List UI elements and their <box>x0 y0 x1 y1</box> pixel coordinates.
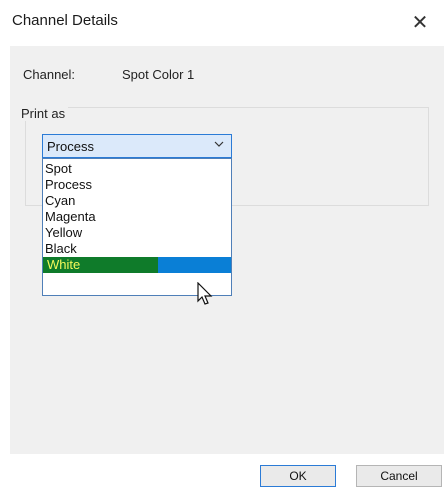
option-white[interactable]: White <box>43 257 231 273</box>
dialog-body: Channel: Spot Color 1 Print as Process S… <box>10 46 444 487</box>
option-process[interactable]: Process <box>43 177 231 193</box>
chevron-down-icon <box>213 138 225 153</box>
option-black[interactable]: Black <box>43 241 231 257</box>
option-magenta[interactable]: Magenta <box>43 209 231 225</box>
title-bar: Channel Details ✕ <box>0 0 444 46</box>
option-white-label: White <box>47 257 81 272</box>
print-as-label: Print as <box>18 106 69 121</box>
close-button[interactable]: ✕ <box>406 8 434 36</box>
dialog-title: Channel Details <box>12 12 118 29</box>
close-icon: ✕ <box>411 11 429 34</box>
option-yellow[interactable]: Yellow <box>43 225 231 241</box>
print-as-select[interactable]: Process <box>42 134 232 158</box>
cancel-button[interactable]: Cancel <box>356 465 442 487</box>
print-as-dropdown-list: Spot Process Cyan Magenta Yellow Black W… <box>42 158 232 296</box>
ok-button[interactable]: OK <box>260 465 336 487</box>
print-as-selected-value: Process <box>47 139 94 154</box>
channel-label: Channel: <box>23 67 76 82</box>
mouse-pointer-icon <box>197 282 213 305</box>
channel-value: Spot Color 1 <box>122 67 195 82</box>
option-spot[interactable]: Spot <box>43 161 231 177</box>
channel-details-dialog: Channel Details ✕ Channel: Spot Color 1 … <box>0 0 444 487</box>
option-cyan[interactable]: Cyan <box>43 193 231 209</box>
